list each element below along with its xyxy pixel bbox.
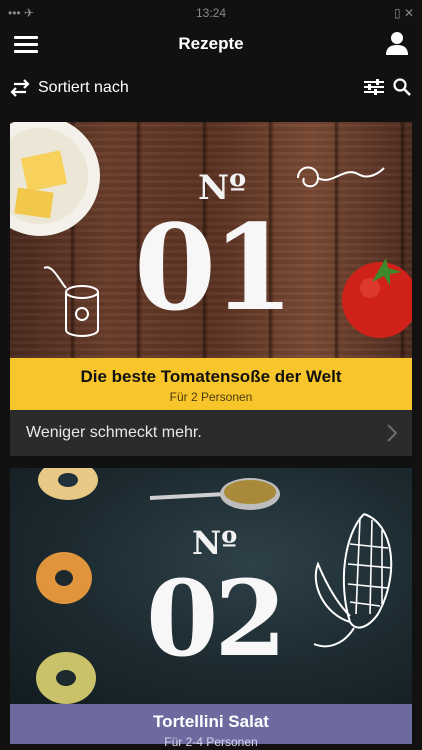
pasta-illustration — [36, 468, 98, 704]
tomato-illustration — [342, 258, 412, 338]
recipe-card[interactable]: Nº 02 Tortellini Salat Für 2-4 Personen — [10, 468, 412, 749]
sort-button[interactable]: Sortiert nach — [10, 76, 129, 100]
recipe-image: Nº 01 — [10, 122, 412, 358]
recipe-servings: Für 2-4 Personen — [164, 735, 258, 749]
search-icon[interactable] — [392, 77, 412, 97]
user-icon[interactable] — [384, 30, 410, 56]
recipe-title: Die beste Tomatensoße der Welt — [80, 367, 342, 386]
sort-label: Sortiert nach — [38, 79, 129, 96]
can-illustration — [43, 266, 99, 337]
swap-arrows-icon — [10, 79, 30, 97]
recipe-number: 01 — [134, 198, 294, 337]
butter-illustration — [10, 122, 100, 236]
recipe-title: Tortellini Salat — [153, 712, 269, 731]
corn-illustration — [313, 513, 393, 648]
recipe-servings: Für 2 Personen — [169, 390, 253, 404]
recipe-banner: Tortellini Salat Für 2-4 Personen — [10, 704, 412, 749]
navigation-bar: Rezepte — [0, 26, 422, 64]
status-right: ▯ ✕ — [394, 6, 414, 20]
recipe-number: 02 — [146, 557, 287, 680]
sort-bar: Sortiert nach — [0, 68, 422, 108]
chevron-right-icon — [387, 424, 398, 442]
status-time: 13:24 — [195, 6, 227, 20]
ornament-illustration — [297, 166, 385, 188]
recipe-card[interactable]: Nº 01 Die beste Tomatensoße der Welt Für… — [10, 122, 412, 456]
status-bar: ••• ✈ 13:24 ▯ ✕ — [0, 0, 422, 26]
recipe-footer[interactable]: Weniger schmeckt mehr. — [10, 410, 412, 456]
sliders-icon[interactable] — [364, 78, 384, 96]
recipe-banner: Die beste Tomatensoße der Welt Für 2 Per… — [10, 358, 412, 410]
recipe-tagline: Weniger schmeckt mehr. — [26, 424, 202, 441]
spoon-illustration — [149, 478, 280, 510]
recipe-image: Nº 02 — [10, 468, 412, 704]
page-title: Rezepte — [178, 34, 244, 53]
